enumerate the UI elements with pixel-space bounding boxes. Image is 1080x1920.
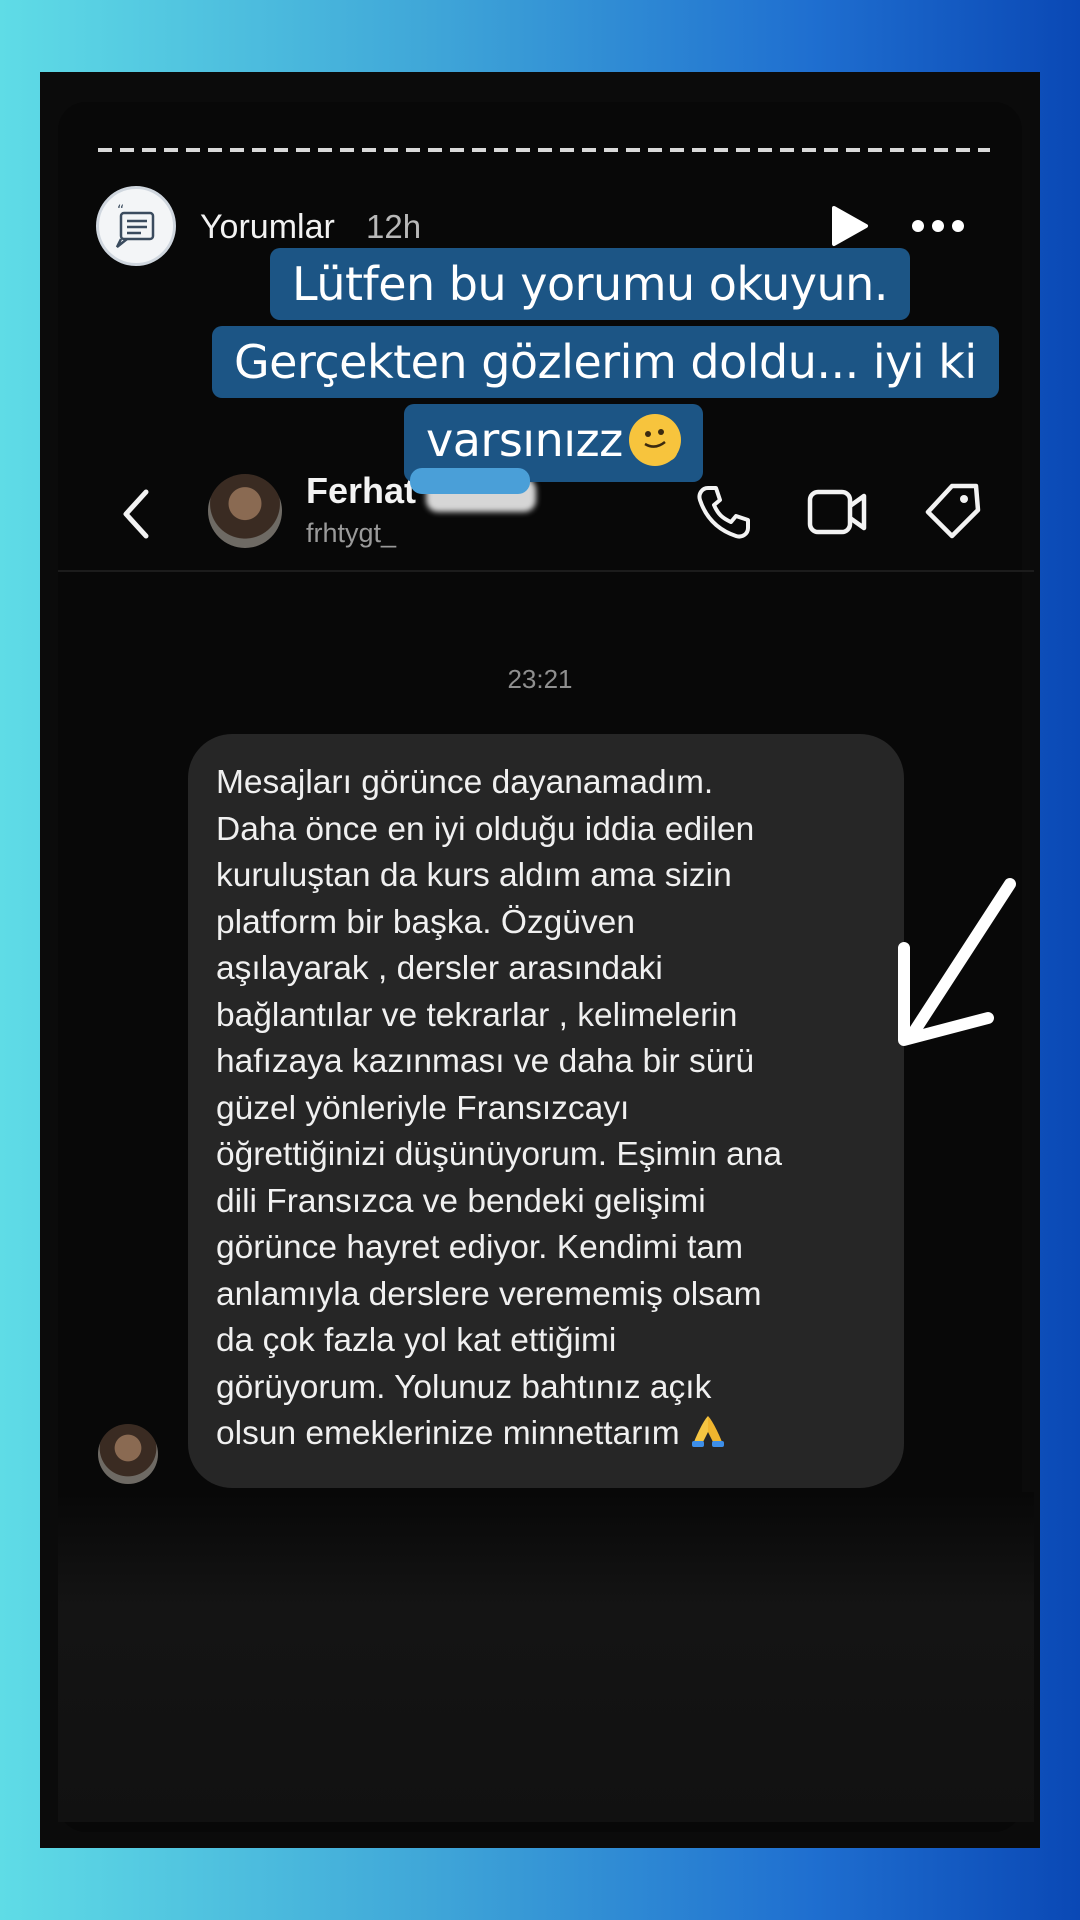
message-line: görünce hayret ediyor. Kendimi tam [216, 1229, 743, 1266]
caption-scribble [410, 468, 530, 494]
caption-line-1: Lütfen bu yorumu okuyun. [270, 248, 910, 320]
call-icon[interactable] [694, 482, 754, 542]
message-line-text: olsun emeklerinize minnettarım [216, 1415, 680, 1452]
play-icon[interactable] [826, 204, 870, 248]
message-line: bağlantılar ve tekrarlar , kelimelerin [216, 996, 738, 1034]
sender-avatar[interactable] [98, 1424, 158, 1484]
story-name[interactable]: Yorumlar [200, 208, 335, 247]
message-line: güzel yönleriyle Fransızcayı [216, 1089, 630, 1127]
folded-hands-emoji [691, 1416, 724, 1447]
melting-face-icon [634, 417, 677, 462]
caption-line-2: Gerçekten gözlerim doldu... iyi ki [212, 326, 999, 398]
more-icon[interactable] [908, 214, 968, 238]
message-line-last: olsun emeklerinize minnettarım [216, 1411, 876, 1458]
story-bottom-area [58, 1492, 1034, 1822]
story-time: 12h [366, 208, 422, 245]
story-avatar[interactable]: “ [96, 186, 176, 266]
svg-text:“: “ [117, 203, 124, 219]
back-icon[interactable] [116, 484, 156, 544]
message-line: da çok fazla yol kat ettiğimi [216, 1322, 617, 1359]
story-progress-bar [98, 148, 990, 152]
message-bubble[interactable]: Mesajları görünce dayanamadım. Daha önce… [188, 734, 904, 1488]
dm-name[interactable]: Ferhat [306, 470, 416, 512]
dm-handle: frhtygt_ [306, 518, 397, 548]
video-icon[interactable] [806, 484, 870, 540]
header-divider [58, 570, 1034, 572]
message-line: aşılayarak , dersler arasındaki [216, 950, 663, 987]
message-line: görüyorum. Yolunuz bahtınız açık [216, 1368, 712, 1406]
message-line: Mesajları görünce dayanamadım. [216, 764, 714, 801]
arrow-annotation [898, 878, 1016, 1046]
message-line: platform bir başka. Özgüven [216, 903, 635, 941]
message-line: dili Fransızca ve bendeki gelişimi [216, 1182, 706, 1220]
melting-face-emoji [628, 413, 681, 466]
quote-icon: “ [115, 203, 155, 248]
tag-icon[interactable] [922, 482, 982, 542]
message-line: Daha önce en iyi olduğu iddia edilen [216, 810, 755, 848]
message-line: öğrettiğinizi düşünüyorum. Eşimin ana [216, 1136, 783, 1173]
message-line: anlamıyla derslere verememiş olsam [216, 1275, 762, 1313]
message-timestamp: 23:21 [507, 664, 573, 694]
dm-avatar[interactable] [208, 474, 282, 548]
message-line: kuruluştan da kurs aldım ama sizin [216, 857, 732, 894]
caption-line-3-text: varsınızz [426, 413, 623, 467]
message-line: hafızaya kazınması ve daha bir sürü [216, 1043, 755, 1080]
